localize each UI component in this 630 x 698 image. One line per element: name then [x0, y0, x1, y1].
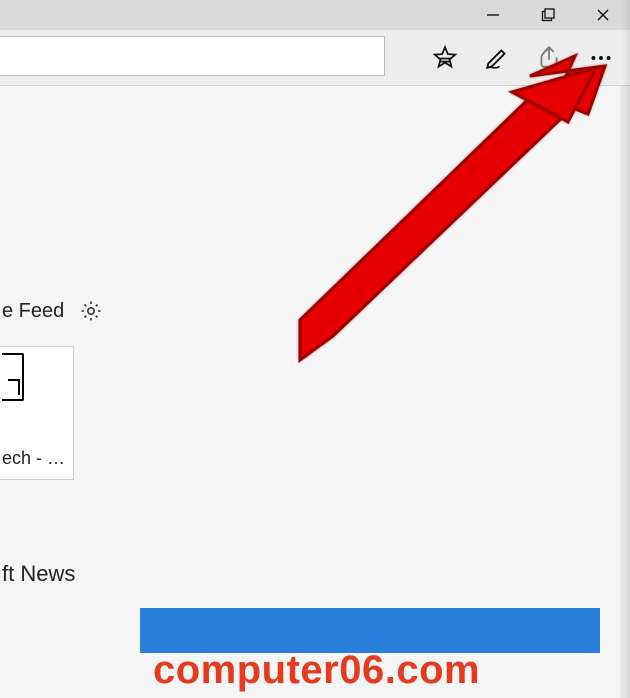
- more-icon[interactable]: [586, 43, 616, 73]
- share-icon[interactable]: [534, 43, 564, 73]
- notes-icon[interactable]: [482, 43, 512, 73]
- minimize-button[interactable]: [465, 0, 520, 30]
- watermark-text: computer06.com: [153, 648, 480, 693]
- toolbar-actions: [430, 30, 626, 86]
- tile-icon: [2, 353, 24, 401]
- feed-toggle-label[interactable]: e Feed: [2, 300, 64, 323]
- window-titlebar: [0, 0, 630, 30]
- browser-toolbar: [0, 30, 630, 86]
- feed-toggle-row: e Feed: [0, 298, 104, 324]
- top-site-tile[interactable]: ech - …: [0, 346, 74, 480]
- section-heading: ft News: [0, 561, 75, 587]
- gear-icon[interactable]: [78, 298, 104, 324]
- page-content: e Feed ech - … ft News: [0, 86, 620, 698]
- maximize-button[interactable]: [520, 0, 575, 30]
- decorative-band: [140, 608, 600, 653]
- tile-label: ech - …: [0, 448, 67, 479]
- right-edge-shadow: [622, 0, 630, 698]
- favorites-icon[interactable]: [430, 43, 460, 73]
- address-bar[interactable]: [0, 36, 385, 76]
- window-controls: [465, 0, 630, 30]
